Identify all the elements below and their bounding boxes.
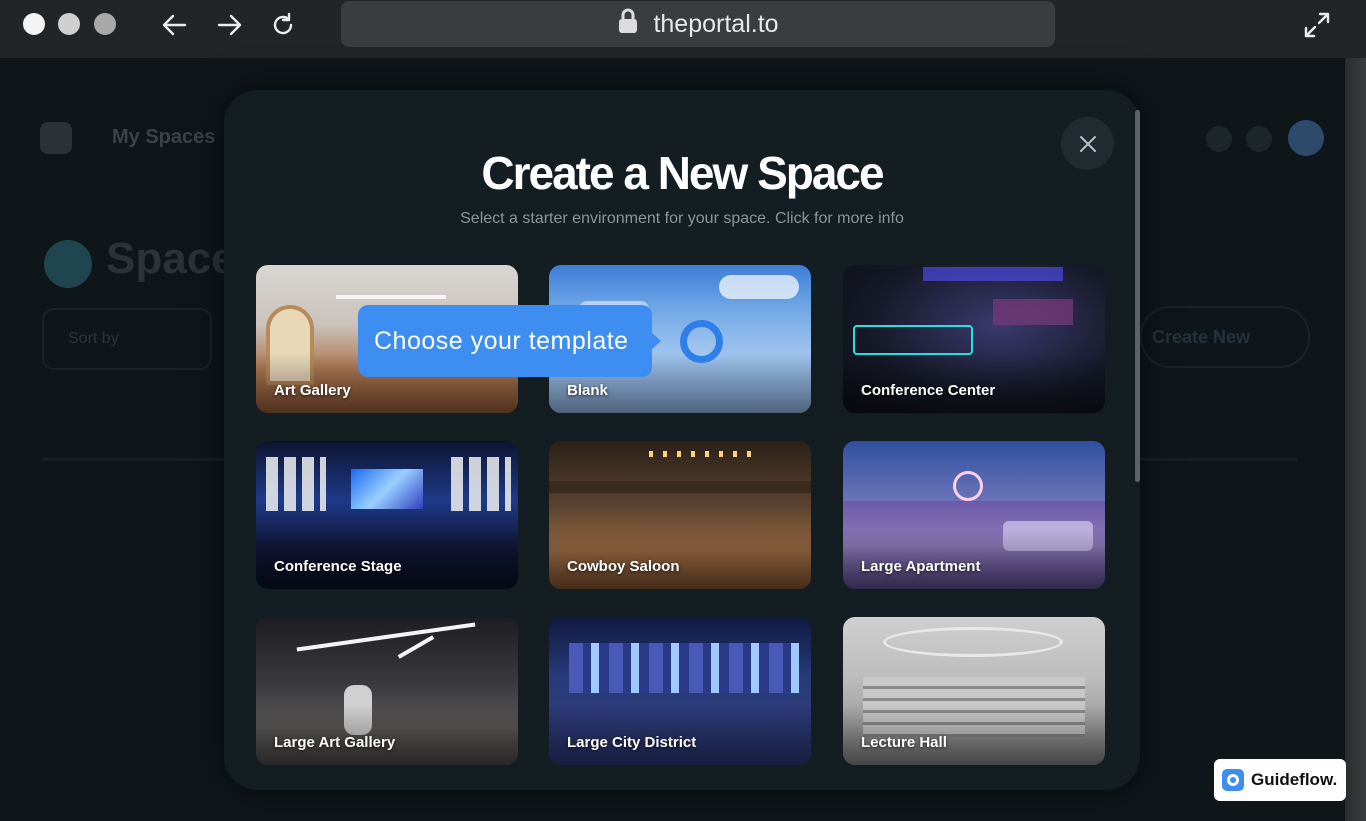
ceiling-light bbox=[923, 267, 1063, 281]
spaces-icon bbox=[44, 240, 92, 288]
address-bar[interactable]: theportal.to bbox=[341, 1, 1055, 47]
lock-icon bbox=[617, 8, 639, 41]
template-label: Conference Center bbox=[861, 382, 996, 399]
template-card-conference-center[interactable]: Conference Center bbox=[843, 265, 1105, 413]
template-card-large-city-district[interactable]: Large City District bbox=[549, 617, 811, 765]
template-label: Large City District bbox=[567, 734, 697, 751]
lights-decoration bbox=[649, 451, 759, 457]
guideflow-badge[interactable]: Guideflow. bbox=[1214, 759, 1346, 801]
light-strip bbox=[296, 622, 476, 652]
template-card-large-apartment[interactable]: Large Apartment bbox=[843, 441, 1105, 589]
notification-icon bbox=[1206, 126, 1232, 152]
fullscreen-button[interactable] bbox=[1302, 10, 1332, 40]
panel-decoration bbox=[451, 457, 511, 511]
avatar bbox=[1288, 120, 1324, 156]
light-strip bbox=[336, 295, 446, 299]
arrow-right-icon bbox=[217, 14, 242, 36]
page-scrollbar bbox=[1345, 58, 1366, 821]
arrow-left-icon bbox=[162, 14, 187, 36]
window-minimize-dot[interactable] bbox=[58, 13, 80, 35]
ceiling-ring bbox=[883, 627, 1063, 657]
template-label: Cowboy Saloon bbox=[567, 558, 680, 575]
app-logo bbox=[40, 122, 72, 154]
screen-decoration bbox=[993, 299, 1073, 325]
expand-icon bbox=[1304, 12, 1330, 38]
window-close-dot[interactable] bbox=[23, 13, 45, 35]
guideflow-text: Guideflow. bbox=[1251, 770, 1338, 789]
template-label: Lecture Hall bbox=[861, 734, 947, 751]
template-card-cowboy-saloon[interactable]: Cowboy Saloon bbox=[549, 441, 811, 589]
skyline-decoration bbox=[569, 643, 799, 693]
back-button[interactable] bbox=[160, 10, 190, 40]
guide-hotspot[interactable] bbox=[680, 320, 723, 363]
template-card-lecture-hall[interactable]: Lecture Hall bbox=[843, 617, 1105, 765]
reload-button[interactable] bbox=[268, 10, 298, 40]
lamp-decoration bbox=[953, 471, 983, 501]
template-label: Blank bbox=[567, 382, 608, 399]
guideflow-logo-icon bbox=[1222, 769, 1244, 791]
guide-tooltip: Choose your template bbox=[358, 305, 661, 377]
create-new-button: Create New bbox=[1140, 306, 1310, 368]
reload-icon bbox=[273, 12, 293, 35]
url-text: theportal.to bbox=[653, 9, 779, 38]
modal-title: Create a New Space bbox=[481, 147, 884, 199]
nav-title: My Spaces bbox=[112, 126, 216, 148]
template-card-conference-stage[interactable]: Conference Stage bbox=[256, 441, 518, 589]
settings-icon bbox=[1246, 126, 1272, 152]
light-strip bbox=[397, 635, 435, 659]
template-label: Art Gallery bbox=[274, 382, 351, 399]
balcony-decoration bbox=[549, 481, 811, 493]
neon-table bbox=[853, 325, 973, 355]
tooltip-text: Choose your template bbox=[374, 326, 629, 355]
sort-filter: Sort by bbox=[42, 308, 212, 370]
forward-button[interactable] bbox=[214, 10, 244, 40]
browser-toolbar: theportal.to bbox=[0, 0, 1366, 58]
modal-subtitle: Select a starter environment for your sp… bbox=[460, 210, 904, 227]
template-card-large-art-gallery[interactable]: Large Art Gallery bbox=[256, 617, 518, 765]
cloud-decoration bbox=[719, 275, 799, 299]
template-label: Large Art Gallery bbox=[274, 734, 396, 751]
stage-screen bbox=[351, 469, 423, 509]
window-maximize-dot[interactable] bbox=[94, 13, 116, 35]
template-label: Conference Stage bbox=[274, 558, 402, 575]
template-label: Large Apartment bbox=[861, 558, 981, 575]
panel-decoration bbox=[266, 457, 326, 511]
